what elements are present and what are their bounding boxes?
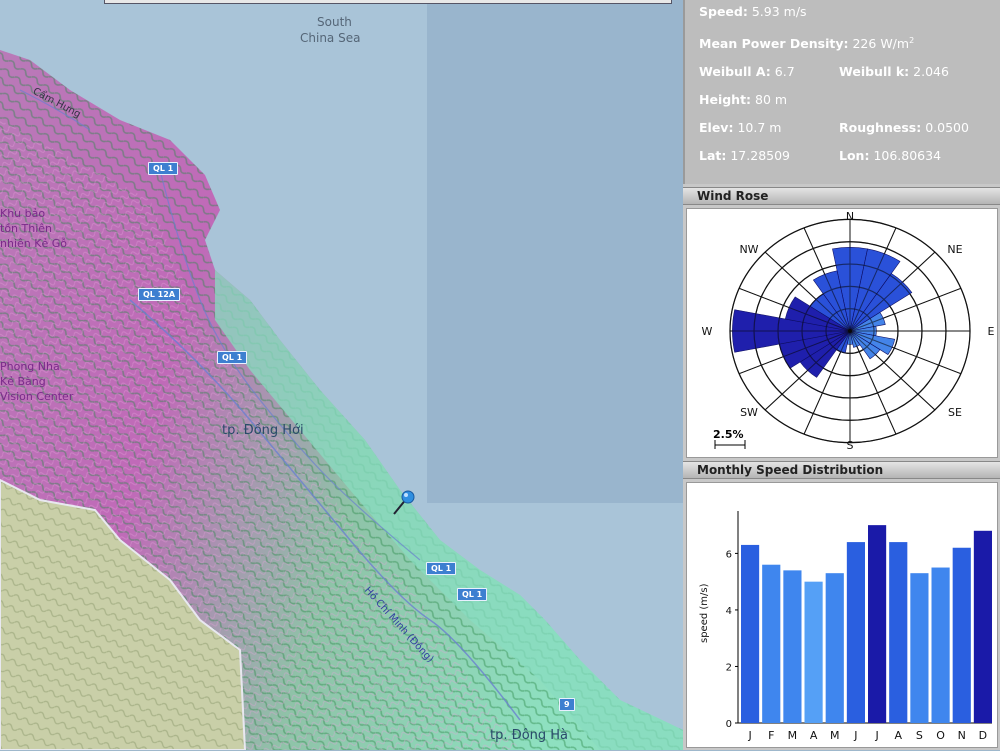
wind-rose-dir-ne: NE xyxy=(947,243,962,256)
bar-1 xyxy=(762,564,781,723)
roughness-row: Roughness: 0.0500 xyxy=(839,120,969,135)
lat-value: 17.28509 xyxy=(730,148,791,163)
sea-label-line2: China Sea xyxy=(300,31,361,45)
elev-label: Elev: xyxy=(699,120,734,135)
bar-3 xyxy=(804,581,823,723)
road-shield: 9 xyxy=(559,698,575,711)
speed-value: 5.93 m/s xyxy=(751,4,807,19)
lon-label: Lon: xyxy=(839,148,870,163)
city-label-dong-hoi: tp. Đồng Hới xyxy=(222,423,304,438)
mpd-row: Mean Power Density: 226 W/m2 xyxy=(699,36,914,51)
lat-label: Lat: xyxy=(699,148,727,163)
wind-rose-header: Wind Rose xyxy=(683,187,1000,205)
x-tick-label: M xyxy=(788,729,798,742)
map-view[interactable]: South China Sea Cẩm Hưng Khu bảo tồn Thi… xyxy=(0,0,683,750)
wind-rose-svg: NNEESESSWWNW 2.5% xyxy=(702,210,995,452)
weibull-k-value: 2.046 xyxy=(913,64,949,79)
weibull-a-value: 6.7 xyxy=(774,64,795,79)
road-shield: QL 1 xyxy=(457,588,488,601)
elev-value: 10.7 m xyxy=(737,120,782,135)
mpd-unit-exponent: 2 xyxy=(909,36,915,45)
reserve-label-1: Khu bảo xyxy=(0,207,46,220)
park-label-2: Kẻ Bàng xyxy=(0,375,46,388)
wind-rose-dir-nw: NW xyxy=(739,243,758,256)
bar-7 xyxy=(889,542,908,723)
bar-5 xyxy=(846,542,865,723)
wind-rose-dir-sw: SW xyxy=(740,406,758,419)
weibull-k-label: Weibull k: xyxy=(839,64,910,79)
bar-4 xyxy=(825,573,844,723)
bar-2 xyxy=(783,570,802,723)
x-tick-label: M xyxy=(830,729,840,742)
x-tick-label: S xyxy=(916,729,923,742)
x-tick-label: O xyxy=(936,729,945,742)
speed-row: Speed: 5.93 m/s xyxy=(699,4,807,19)
map-pin-icon[interactable] xyxy=(390,488,420,518)
reserve-label-3: nhiên Kẻ Gỗ xyxy=(0,237,67,250)
lon-value: 106.80634 xyxy=(873,148,942,163)
monthly-speed-header: Monthly Speed Distribution xyxy=(683,461,1000,479)
sea-label-line1: South xyxy=(317,15,352,29)
y-tick-label: 2 xyxy=(726,662,732,673)
monthly-speed-chart: speed (m/s) 0246 JFMAMJJASOND xyxy=(686,482,998,748)
wind-rose-petals xyxy=(732,247,913,378)
speed-label: Speed: xyxy=(699,4,748,19)
roughness-label: Roughness: xyxy=(839,120,922,135)
y-tick-label: 4 xyxy=(726,606,732,617)
x-tick-label: N xyxy=(958,729,966,742)
y-axis-label: speed (m/s) xyxy=(699,583,710,643)
city-label-dong-ha: tp. Đông Hà xyxy=(490,728,569,743)
wind-info-panel: Speed: 5.93 m/s Mean Power Density: 226 … xyxy=(683,0,1000,750)
map-terrain xyxy=(0,0,683,750)
bar-11 xyxy=(973,530,992,723)
site-info-section: Speed: 5.93 m/s Mean Power Density: 226 … xyxy=(683,0,1000,184)
x-axis-labels: JFMAMJJASOND xyxy=(747,729,987,742)
x-tick-label: F xyxy=(768,729,774,742)
height-label: Height: xyxy=(699,92,752,107)
road-shield: QL 1 xyxy=(148,162,179,175)
x-tick-label: J xyxy=(747,729,751,742)
weibull-k-row: Weibull k: 2.046 xyxy=(839,64,949,79)
wind-rose-dir-e: E xyxy=(988,325,995,338)
mpd-label: Mean Power Density: xyxy=(699,36,849,52)
road-shield: QL 1 xyxy=(217,351,248,364)
lon-row: Lon: 106.80634 xyxy=(839,148,941,163)
mpd-value: 226 W/m xyxy=(852,36,910,52)
y-tick-label: 6 xyxy=(726,549,732,560)
wind-rose-dir-w: W xyxy=(702,325,713,338)
height-value: 80 m xyxy=(755,92,788,107)
elev-row: Elev: 10.7 m xyxy=(699,120,781,135)
monthly-speed-svg: speed (m/s) 0246 JFMAMJJASOND xyxy=(699,511,992,742)
x-tick-label: J xyxy=(874,729,878,742)
height-row: Height: 80 m xyxy=(699,92,787,107)
bar-series xyxy=(741,525,992,723)
park-label-3: Vision Center xyxy=(0,390,74,403)
wind-rose-scale-label: 2.5% xyxy=(713,428,744,441)
x-tick-label: A xyxy=(894,729,902,742)
wind-rose-grid xyxy=(729,218,971,444)
bar-8 xyxy=(910,573,929,723)
road-shield: QL 1 xyxy=(426,562,457,575)
road-shield: QL 12A xyxy=(138,288,181,301)
wind-rose-scale: 2.5% xyxy=(713,428,746,449)
x-tick-label: A xyxy=(810,729,818,742)
y-tick-label: 0 xyxy=(726,719,732,730)
bar-6 xyxy=(868,525,887,723)
weibull-a-label: Weibull A: xyxy=(699,64,771,79)
map-toolbar[interactable] xyxy=(104,0,672,4)
wind-rose-dir-se: SE xyxy=(948,406,962,419)
wind-rose-chart: N NE E SE S SW W NW 2.5% xyxy=(686,208,998,458)
roughness-value: 0.0500 xyxy=(925,120,969,135)
park-label-1: Phong Nha xyxy=(0,360,60,373)
bar-9 xyxy=(931,567,950,723)
weibull-a-row: Weibull A: 6.7 xyxy=(699,64,795,79)
bar-10 xyxy=(952,547,971,723)
lat-row: Lat: 17.28509 xyxy=(699,148,790,163)
x-tick-label: D xyxy=(979,729,987,742)
x-tick-label: J xyxy=(853,729,857,742)
bar-0 xyxy=(741,544,760,723)
reserve-label-2: tồn Thiên xyxy=(0,222,52,235)
